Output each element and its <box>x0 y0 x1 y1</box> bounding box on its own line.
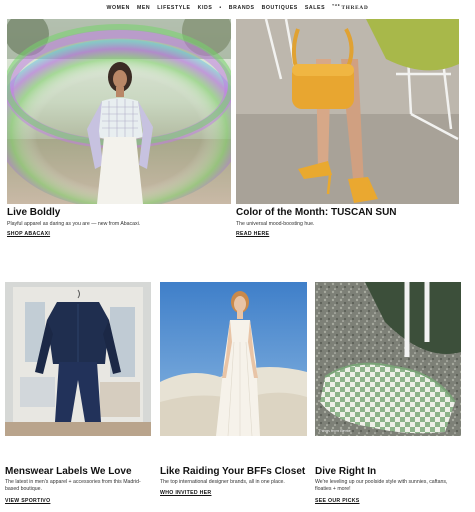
nav-kids[interactable]: KIDS <box>198 5 213 11</box>
thread-logo[interactable]: THETHREAD <box>332 3 369 11</box>
card-description: We're leveling up our poolside style wit… <box>315 479 448 492</box>
card-image-tuscan-sun[interactable] <box>236 19 459 204</box>
card-live-boldly: Live Boldly Playful apparel as daring as… <box>7 19 231 244</box>
card-image-bff-closet[interactable] <box>160 282 307 436</box>
woman-bubble-photo <box>7 19 231 204</box>
card-description: The top international designer brands, a… <box>160 479 285 485</box>
card-bff-closet: Like Raiding Your BFFs Closet The top in… <box>160 282 307 512</box>
nav-separator: • <box>219 5 222 11</box>
card-title: Live Boldly <box>7 207 61 218</box>
nav-sales[interactable]: SALES <box>305 5 325 11</box>
who-invited-her-link[interactable]: WHO INVITED HER <box>160 490 211 496</box>
logo-the: THE <box>332 3 341 7</box>
read-here-link[interactable]: READ HERE <box>236 231 269 237</box>
card-title: Menswear Labels We Love <box>5 466 132 477</box>
navy-suit-photo <box>5 282 151 436</box>
card-image-menswear[interactable] <box>5 282 151 436</box>
nav-women[interactable]: WOMEN <box>106 5 129 11</box>
yellow-bag-sandals-photo <box>236 19 459 204</box>
shop-abacaxi-link[interactable]: SHOP ABACAXI <box>7 231 50 237</box>
card-title: Like Raiding Your BFFs Closet <box>160 466 306 477</box>
card-description: The latest in men's apparel + accessorie… <box>5 479 141 492</box>
logo-thread: THREAD <box>341 5 369 11</box>
image-credit: Things from Bente <box>318 428 351 433</box>
card-image-dive-right-in[interactable]: Things from Bente <box>315 282 461 436</box>
top-navigation: WOMEN MEN LIFESTYLE KIDS • BRANDS BOUTIQ… <box>0 0 475 16</box>
page: WOMEN MEN LIFESTYLE KIDS • BRANDS BOUTIQ… <box>0 0 475 512</box>
nav-lifestyle[interactable]: LIFESTYLE <box>157 5 190 11</box>
nav-men[interactable]: MEN <box>137 5 150 11</box>
card-menswear-labels: Menswear Labels We Love The latest in me… <box>5 282 151 512</box>
card-title: Color of the Month: TUSCAN SUN <box>236 207 397 218</box>
checkered-towel-pool-photo <box>315 282 461 436</box>
white-dress-dunes-photo <box>160 282 307 436</box>
card-color-of-month: Color of the Month: TUSCAN SUN The unive… <box>236 19 459 244</box>
view-sportivo-link[interactable]: VIEW SPORTIVO <box>5 498 50 504</box>
nav-brands[interactable]: BRANDS <box>229 5 255 11</box>
see-our-picks-link[interactable]: SEE OUR PICKS <box>315 498 360 504</box>
nav-boutiques[interactable]: BOUTIQUES <box>262 5 298 11</box>
card-description: The universal mood-boosting hue. <box>236 221 315 227</box>
card-description: Playful apparel as daring as you are — n… <box>7 221 141 227</box>
card-dive-right-in: Things from Bente Dive Right In We're le… <box>315 282 461 512</box>
card-title: Dive Right In <box>315 466 377 477</box>
card-image-live-boldly[interactable] <box>7 19 231 204</box>
